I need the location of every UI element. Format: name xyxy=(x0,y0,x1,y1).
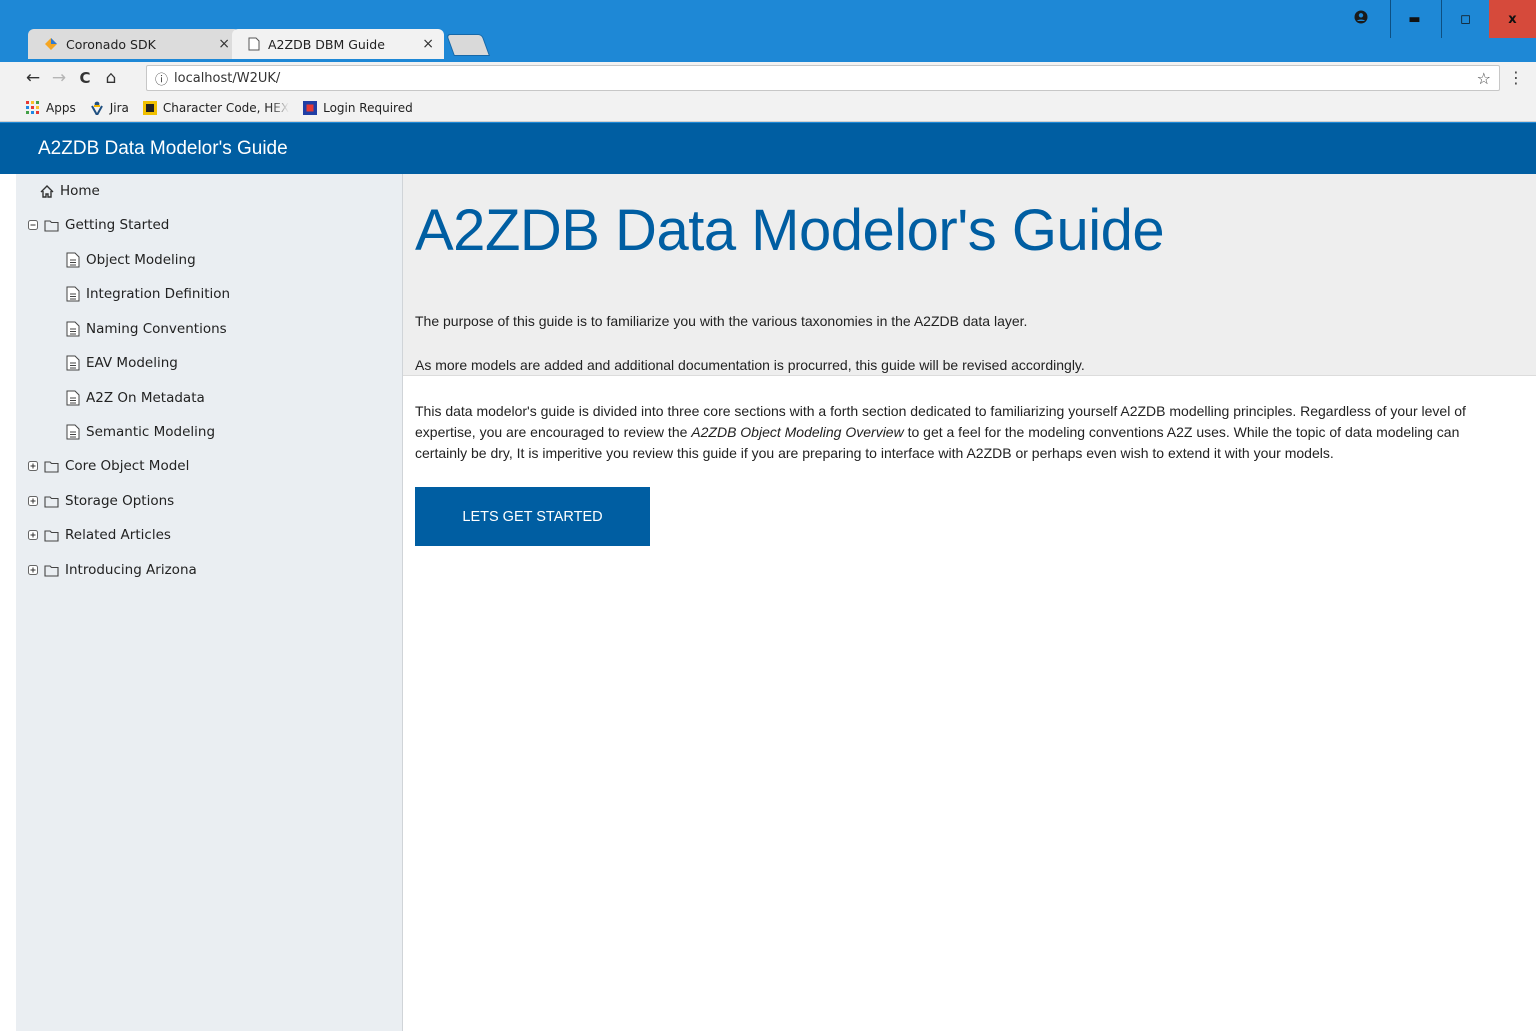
tab-close-icon[interactable]: × xyxy=(422,36,434,52)
minimize-button[interactable]: ▬ xyxy=(1390,0,1438,38)
sidebar-item-label: Home xyxy=(60,183,100,199)
sidebar-item-related-articles[interactable]: Related Articles xyxy=(28,524,171,546)
sidebar-item-label: Semantic Modeling xyxy=(86,424,216,440)
profile-icon[interactable] xyxy=(1354,10,1368,24)
reload-button[interactable]: C xyxy=(74,69,96,87)
document-icon xyxy=(66,355,80,371)
document-icon xyxy=(66,390,80,406)
home-button[interactable]: ⌂ xyxy=(100,68,122,88)
tab-coronado-sdk[interactable]: Coronado SDK × xyxy=(28,29,240,59)
folder-icon xyxy=(44,529,59,542)
document-icon xyxy=(66,286,80,302)
bookmark-label: Login Required xyxy=(323,100,413,115)
body-emphasis: A2ZDB Object Modeling Overview xyxy=(691,424,904,440)
back-button[interactable]: ← xyxy=(22,68,44,88)
folder-icon xyxy=(44,495,59,508)
main-content: A2ZDB Data Modelor's Guide The purpose o… xyxy=(403,174,1536,1031)
sidebar-item-label: Storage Options xyxy=(65,493,175,509)
body-paragraph: This data modelor's guide is divided int… xyxy=(403,376,1523,464)
bookmark-jira[interactable]: Jira xyxy=(90,101,129,115)
sidebar-item-label: Object Modeling xyxy=(86,252,196,268)
sidebar-item-naming-conventions[interactable]: Naming Conventions xyxy=(66,318,227,340)
sidebar-item-integration-definition[interactable]: Integration Definition xyxy=(66,283,230,305)
sidebar-item-label: Naming Conventions xyxy=(86,321,227,337)
login-icon xyxy=(303,100,318,115)
url-text[interactable]: localhost/W2UK/ xyxy=(174,71,1477,86)
hero-section: A2ZDB Data Modelor's Guide The purpose o… xyxy=(403,174,1536,376)
folder-icon xyxy=(44,564,59,577)
apps-grid-icon xyxy=(26,100,39,114)
expand-plus-icon[interactable] xyxy=(28,530,38,540)
app-window: A2ZDB Data Modelor's Guide Home Getting … xyxy=(0,123,1536,1031)
document-icon xyxy=(66,321,80,337)
coronado-diamond-icon xyxy=(45,38,57,50)
sidebar-item-introducing-arizona[interactable]: Introducing Arizona xyxy=(28,559,197,581)
document-icon xyxy=(66,252,80,268)
tab-label: Coronado SDK xyxy=(66,36,156,52)
bookmark-character-code[interactable]: Character Code, HEX xyxy=(142,100,290,115)
expand-plus-icon[interactable] xyxy=(28,461,38,471)
page-icon xyxy=(248,37,260,51)
bookmark-apps[interactable]: Apps xyxy=(26,100,76,115)
new-tab-button[interactable] xyxy=(445,34,491,56)
app-header: A2ZDB Data Modelor's Guide xyxy=(0,123,1536,174)
close-window-button[interactable]: x xyxy=(1489,0,1536,38)
sidebar-item-semantic-modeling[interactable]: Semantic Modeling xyxy=(66,421,215,443)
sidebar-item-storage-options[interactable]: Storage Options xyxy=(28,490,174,512)
expand-plus-icon[interactable] xyxy=(28,496,38,506)
home-icon xyxy=(40,184,54,198)
sidebar-item-home[interactable]: Home xyxy=(40,180,100,202)
folder-icon xyxy=(44,219,59,232)
bookmark-login-required[interactable]: Login Required xyxy=(303,100,413,115)
sidebar-item-eav-modeling[interactable]: EAV Modeling xyxy=(66,352,178,374)
tab-close-icon[interactable]: × xyxy=(218,36,230,52)
bookmark-label: Character Code, HEX xyxy=(162,100,290,115)
sidebar-item-label: A2Z On Metadata xyxy=(86,390,205,406)
sidebar-item-a2z-on-metadata[interactable]: A2Z On Metadata xyxy=(66,387,205,409)
sidebar-item-label: EAV Modeling xyxy=(86,355,178,371)
maximize-button[interactable]: ◻ xyxy=(1441,0,1489,38)
sidebar-item-object-modeling[interactable]: Object Modeling xyxy=(66,249,196,271)
expand-plus-icon[interactable] xyxy=(28,565,38,575)
sidebar-item-label: Getting Started xyxy=(65,217,170,233)
sidebar-item-label: Introducing Arizona xyxy=(65,562,197,578)
bookmark-star-icon[interactable]: ☆ xyxy=(1477,69,1491,88)
tab-label: A2ZDB DBM Guide xyxy=(268,36,385,52)
jira-icon xyxy=(90,101,103,115)
collapse-minus-icon[interactable] xyxy=(28,220,38,230)
bookmark-label: Apps xyxy=(46,100,76,115)
browser-titlebar: Coronado SDK × A2ZDB DBM Guide × ▬ ◻ x xyxy=(0,0,1536,62)
intro-paragraph: The purpose of this guide is to familiar… xyxy=(415,313,1028,329)
forward-button[interactable]: → xyxy=(48,68,70,88)
folder-icon xyxy=(44,460,59,473)
browser-toolbar: ← → C ⌂ ⓘ localhost/W2UK/ ☆ ⋮ xyxy=(0,62,1536,94)
sidebar-item-getting-started[interactable]: Getting Started xyxy=(28,214,169,236)
sidebar-item-core-object-model[interactable]: Core Object Model xyxy=(28,455,189,477)
intro-paragraph: As more models are added and additional … xyxy=(415,357,1085,373)
address-bar[interactable]: ⓘ localhost/W2UK/ ☆ xyxy=(146,65,1500,91)
sidebar-item-label: Core Object Model xyxy=(65,458,190,474)
browser-menu-icon[interactable]: ⋮ xyxy=(1508,68,1524,87)
sidebar-item-label: Integration Definition xyxy=(86,286,231,302)
lets-get-started-button[interactable]: LETS GET STARTED xyxy=(415,487,650,546)
bookmarks-bar: Apps Jira Character Code, HEX Login Requ… xyxy=(0,94,1536,122)
info-icon[interactable]: ⓘ xyxy=(155,69,168,88)
app-title: A2ZDB Data Modelor's Guide xyxy=(38,137,288,159)
bookmark-label: Jira xyxy=(109,100,129,115)
tab-a2zdb-guide[interactable]: A2ZDB DBM Guide × xyxy=(232,29,444,59)
page-title: A2ZDB Data Modelor's Guide xyxy=(415,198,1165,263)
document-icon xyxy=(66,424,80,440)
sidebar-item-label: Related Articles xyxy=(65,527,171,543)
charcode-icon xyxy=(142,100,157,115)
sidebar-nav: Home Getting Started Object Modeling Int… xyxy=(0,174,403,1031)
